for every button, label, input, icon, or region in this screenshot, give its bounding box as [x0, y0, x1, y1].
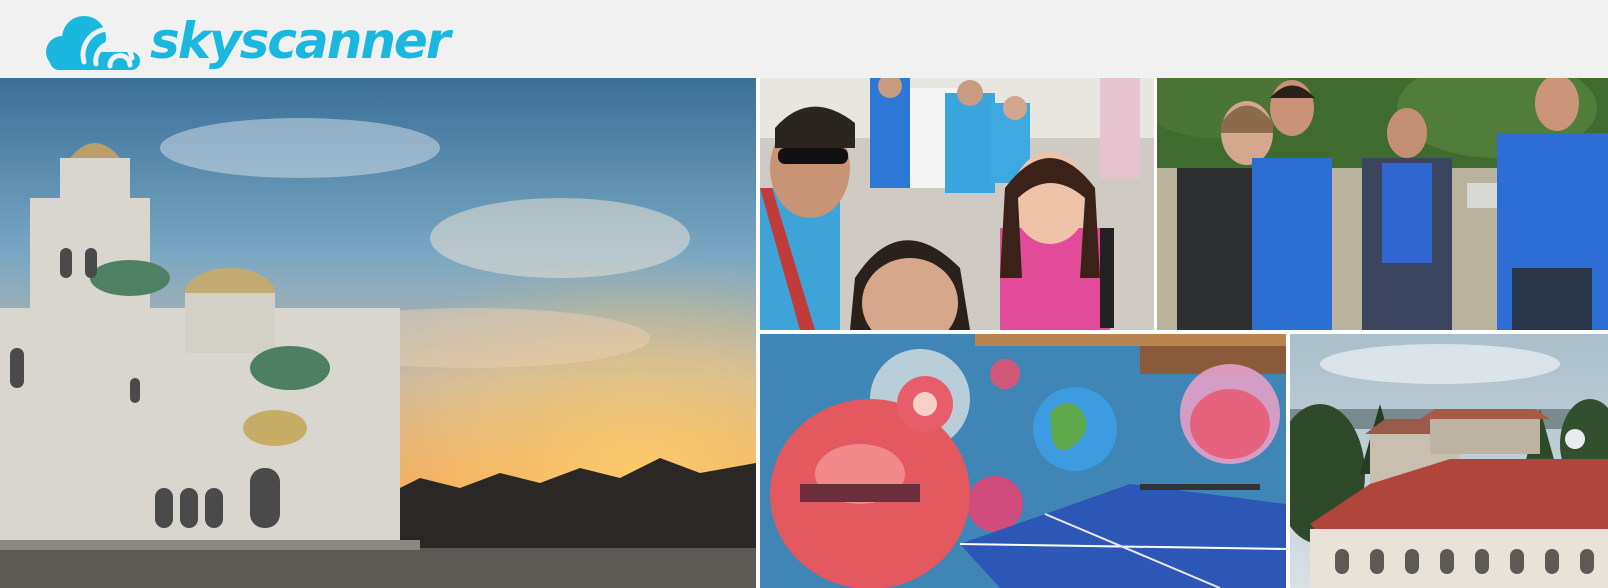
- photo-team-park: [1157, 78, 1608, 330]
- skyscanner-logo[interactable]: skyscanner: [44, 8, 451, 74]
- photo-gallery: [0, 78, 1608, 588]
- photo-cathedral-sunset: [0, 78, 756, 588]
- photo-city-rooftops: [1290, 334, 1608, 588]
- site-header: skyscanner: [0, 0, 1608, 78]
- brand-wordmark: skyscanner: [150, 12, 451, 70]
- cloud-logo-icon: [46, 16, 140, 70]
- photo-astronaut-mural: [760, 334, 1286, 588]
- photo-team-selfie: [760, 78, 1154, 330]
